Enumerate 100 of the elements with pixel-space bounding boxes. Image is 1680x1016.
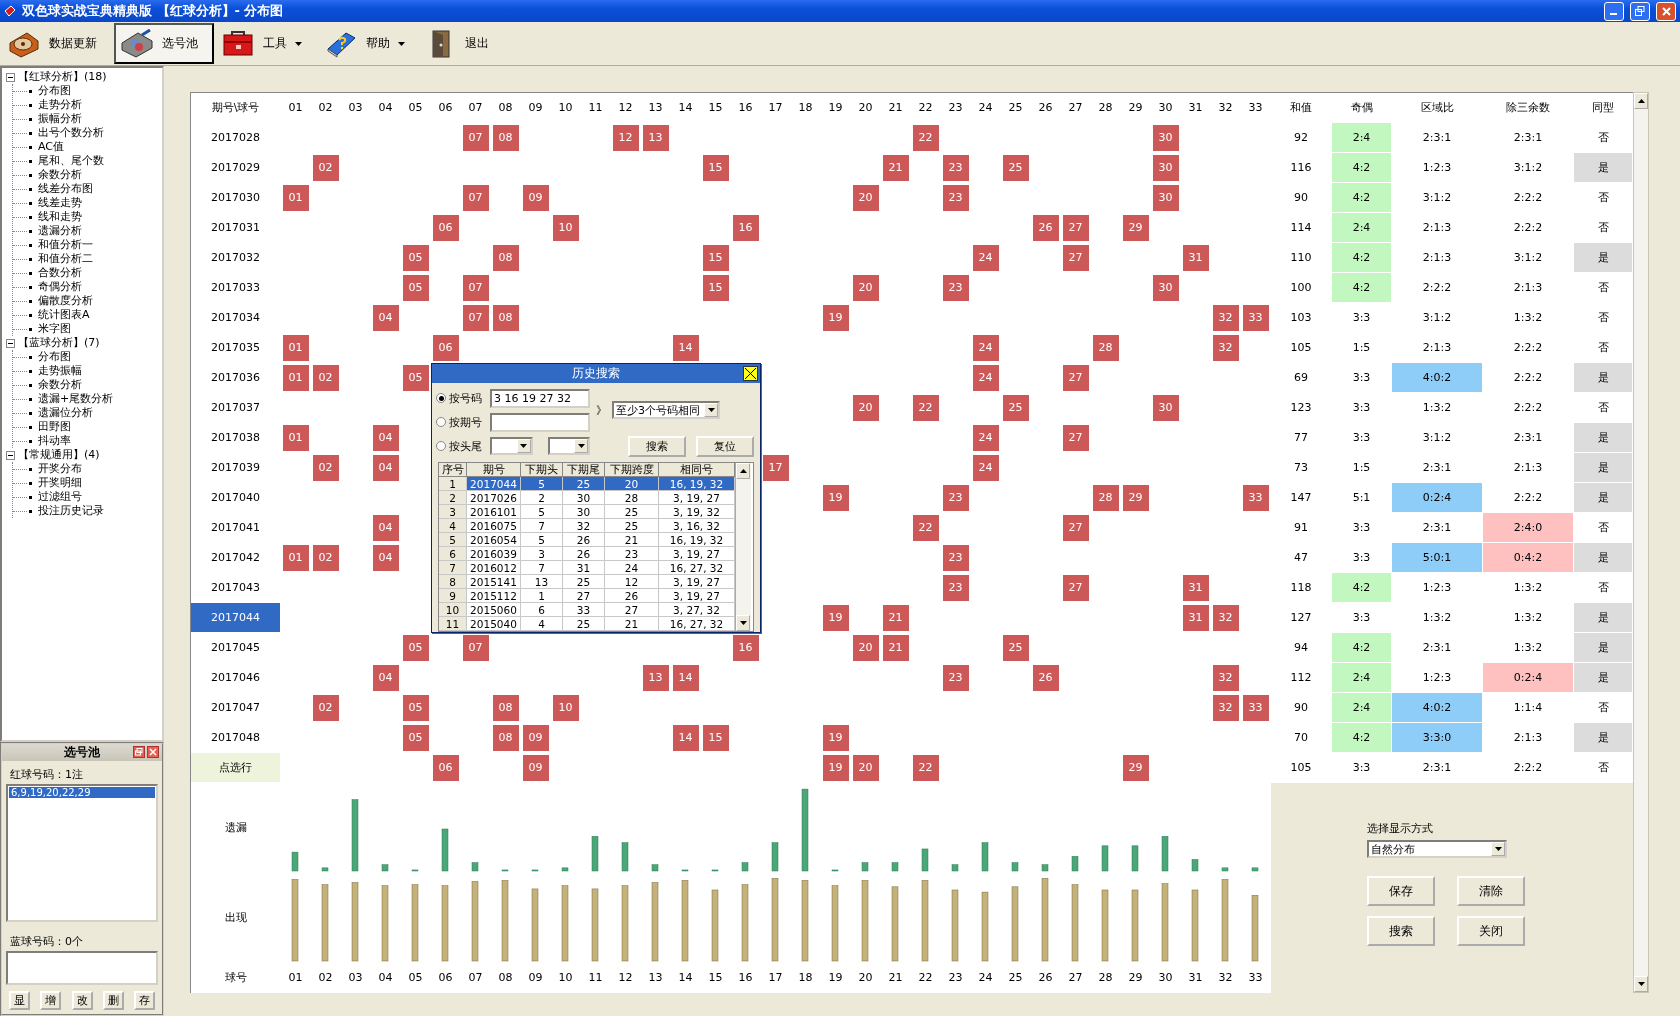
dropdown-button[interactable]: [1491, 842, 1505, 856]
tree-item[interactable]: 奇偶分析: [38, 280, 82, 294]
result-cell[interactable]: 6: [439, 547, 467, 561]
result-cell[interactable]: 25: [563, 477, 605, 491]
result-cell[interactable]: 7: [439, 561, 467, 575]
result-cell[interactable]: 2016101: [467, 505, 521, 519]
result-cell[interactable]: 3, 19, 32: [659, 505, 735, 519]
tree-item[interactable]: 遗漏+尾数分析: [38, 392, 114, 406]
pool-button[interactable]: 增: [40, 991, 62, 1010]
result-cell[interactable]: 2017026: [467, 491, 521, 505]
combo-box[interactable]: [490, 437, 533, 455]
result-cell[interactable]: 1: [439, 477, 467, 491]
result-cell[interactable]: 3, 16, 32: [659, 519, 735, 533]
tree-item[interactable]: 遗漏位分析: [38, 406, 93, 420]
result-cell[interactable]: 20: [605, 477, 659, 491]
tree-item[interactable]: 过滤组号: [38, 490, 82, 504]
result-cell[interactable]: 8: [439, 575, 467, 589]
tree-item[interactable]: 分布图: [38, 350, 71, 364]
close-button[interactable]: [147, 746, 159, 759]
result-cell[interactable]: 12: [605, 575, 659, 589]
close-button[interactable]: [743, 366, 758, 381]
result-cell[interactable]: 25: [563, 617, 605, 631]
result-cell[interactable]: 5: [521, 533, 563, 547]
scroll-arrow-button[interactable]: [736, 463, 750, 479]
scroll-arrow-button[interactable]: [1634, 93, 1648, 109]
tree-item[interactable]: 米字图: [38, 322, 71, 336]
result-cell[interactable]: 4: [521, 617, 563, 631]
result-cell[interactable]: 3, 19, 27: [659, 589, 735, 603]
result-cell[interactable]: 2015112: [467, 589, 521, 603]
result-cell[interactable]: 2016012: [467, 561, 521, 575]
result-cell[interactable]: 16, 19, 32: [659, 477, 735, 491]
tree-item[interactable]: 抖动率: [38, 434, 71, 448]
result-cell[interactable]: 3: [521, 547, 563, 561]
tree-item[interactable]: 投注历史记录: [38, 504, 104, 518]
dialog-button[interactable]: 复位: [696, 435, 754, 457]
result-cell[interactable]: 5: [521, 505, 563, 519]
tree-item[interactable]: 线和走势: [38, 210, 82, 224]
tree-item[interactable]: 走势分析: [38, 98, 82, 112]
result-cell[interactable]: 27: [605, 603, 659, 617]
search-mode-radio[interactable]: 按头尾: [436, 438, 490, 454]
result-cell[interactable]: 25: [605, 505, 659, 519]
tree-group[interactable]: 【蓝球分析】(7): [18, 336, 100, 350]
result-cell[interactable]: 2015040: [467, 617, 521, 631]
result-cell[interactable]: 16, 19, 32: [659, 533, 735, 547]
tree-item[interactable]: 遗漏分析: [38, 224, 82, 238]
tree-item[interactable]: 余数分析: [38, 168, 82, 182]
result-cell[interactable]: 10: [439, 603, 467, 617]
result-cell[interactable]: 24: [605, 561, 659, 575]
toolbar-button[interactable]: 数据更新: [2, 23, 112, 64]
result-cell[interactable]: 3, 19, 27: [659, 491, 735, 505]
tree-item[interactable]: 出号个数分析: [38, 126, 104, 140]
minimize-button[interactable]: [1604, 1, 1624, 21]
result-cell[interactable]: 27: [563, 589, 605, 603]
tree-item[interactable]: AC值: [38, 140, 64, 154]
action-button[interactable]: 保存: [1367, 876, 1435, 906]
display-mode-select[interactable]: 自然分布: [1367, 840, 1507, 858]
radio-icon[interactable]: [436, 441, 446, 451]
result-cell[interactable]: 2017044: [467, 477, 521, 491]
search-input-field[interactable]: [490, 412, 590, 432]
tree-item[interactable]: 线差分布图: [38, 182, 93, 196]
tree-item[interactable]: 田野图: [38, 420, 71, 434]
pool-button[interactable]: 显: [9, 991, 30, 1010]
toolbar-button[interactable]: 退出: [422, 23, 522, 64]
tree-group[interactable]: 【红球分析】(18): [18, 70, 107, 84]
tree-group[interactable]: 【常规通用】(4): [18, 448, 100, 462]
toolbar-button[interactable]: 工具: [216, 23, 317, 64]
action-button[interactable]: 关闭: [1457, 916, 1525, 946]
result-cell[interactable]: 7: [521, 519, 563, 533]
vertical-scrollbar[interactable]: [1633, 92, 1649, 993]
tree-item[interactable]: 偏散度分析: [38, 294, 93, 308]
result-cell[interactable]: 28: [605, 491, 659, 505]
list-item[interactable]: 6,9,19,20,22,29: [9, 786, 155, 798]
combo-box[interactable]: [547, 437, 590, 455]
tree-item[interactable]: 开奖分布: [38, 462, 82, 476]
result-cell[interactable]: 26: [563, 533, 605, 547]
result-cell[interactable]: 23: [605, 547, 659, 561]
tree-item[interactable]: 走势振幅: [38, 364, 82, 378]
result-cell[interactable]: 31: [563, 561, 605, 575]
action-button[interactable]: 清除: [1457, 876, 1525, 906]
result-cell[interactable]: 2015060: [467, 603, 521, 617]
tree-item[interactable]: 分布图: [38, 84, 71, 98]
result-cell[interactable]: 21: [605, 533, 659, 547]
result-cell[interactable]: 2: [439, 491, 467, 505]
dialog-button[interactable]: 搜索: [628, 435, 686, 457]
result-cell[interactable]: 5: [521, 477, 563, 491]
tree-item[interactable]: 和值分析二: [38, 252, 93, 266]
result-cell[interactable]: 3: [439, 505, 467, 519]
tree-item[interactable]: 和值分析一: [38, 238, 93, 252]
result-cell[interactable]: 7: [521, 561, 563, 575]
result-cell[interactable]: 4: [439, 519, 467, 533]
action-button[interactable]: 搜索: [1367, 916, 1435, 946]
result-cell[interactable]: 25: [605, 519, 659, 533]
restore-button[interactable]: [133, 746, 145, 759]
pool-button[interactable]: 存: [134, 991, 155, 1010]
result-cell[interactable]: 25: [563, 575, 605, 589]
scroll-arrow-button[interactable]: [736, 615, 750, 631]
tree-item[interactable]: 统计图表A: [38, 308, 90, 322]
result-cell[interactable]: 2015141: [467, 575, 521, 589]
match-select[interactable]: 至少3个号码相同: [612, 401, 720, 419]
issue-cell[interactable]: 点选行: [191, 753, 280, 782]
